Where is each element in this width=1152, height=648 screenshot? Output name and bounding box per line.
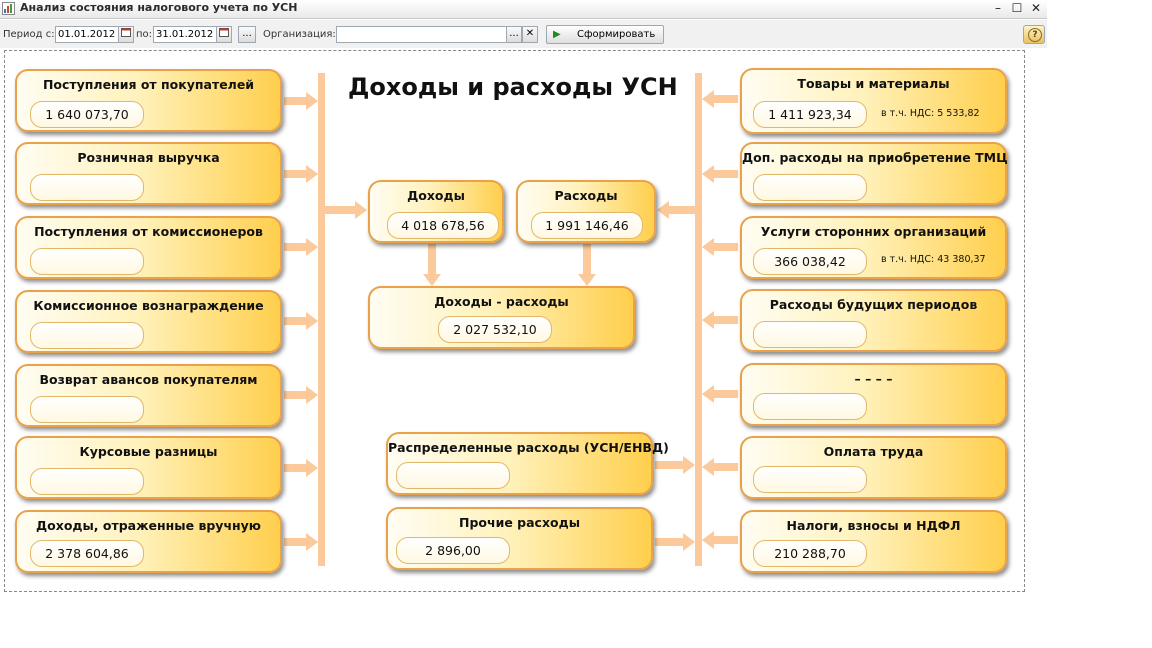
expense-source-value[interactable] (753, 393, 867, 420)
diagram-title: Доходы и расходы УСН (348, 73, 678, 101)
expense-source-value[interactable]: 1 411 923,34 (753, 101, 867, 128)
income-arrow (284, 312, 318, 330)
expense-arrow (702, 385, 738, 403)
expense-source-label: – – – – (854, 371, 893, 386)
income-minus-expenses-box[interactable]: Доходы - расходы 2 027 532,10 (368, 286, 635, 349)
expense-source-box[interactable]: – – – – (740, 363, 1007, 426)
expense-source-label: Услуги сторонних организаций (760, 224, 987, 239)
income-source-value[interactable] (30, 174, 144, 201)
income-arrow (284, 92, 318, 110)
expense-arrow (702, 531, 738, 549)
total-expenses-box[interactable]: Расходы 1 991 146,46 (516, 180, 656, 243)
expense-source-value[interactable]: 210 288,70 (753, 540, 867, 567)
expense-source-label: Налоги, взносы и НДФЛ (786, 518, 961, 533)
expense-source-value[interactable] (753, 466, 867, 493)
income-source-label: Доходы, отраженные вручную (36, 518, 261, 533)
total-income-box[interactable]: Доходы 4 018 678,56 (368, 180, 504, 243)
income-source-value[interactable] (30, 396, 144, 423)
income-source-box[interactable]: Розничная выручка (15, 142, 282, 205)
expense-arrow (702, 90, 738, 108)
income-source-box[interactable]: Комиссионное вознаграждение (15, 290, 282, 353)
help-icon: ? (1028, 28, 1042, 42)
income-arrow (284, 386, 318, 404)
expense-source-box[interactable]: Налоги, взносы и НДФЛ 210 288,70 (740, 510, 1007, 573)
vat-amount: в т.ч. НДС: 5 533,82 (881, 108, 980, 119)
expense-arrow (702, 238, 738, 256)
distributed-expenses-value[interactable] (396, 462, 510, 489)
income-minus-expenses-value[interactable]: 2 027 532,10 (438, 316, 552, 343)
other-expenses-box[interactable]: Прочие расходы 2 896,00 (386, 507, 653, 570)
expense-arrow (702, 458, 738, 476)
left-bus-line (318, 73, 325, 566)
income-source-box[interactable]: Поступления от покупателей 1 640 073,70 (15, 69, 282, 132)
income-source-value[interactable] (30, 322, 144, 349)
income-arrow (284, 238, 318, 256)
income-source-value[interactable] (30, 468, 144, 495)
income-source-label: Возврат авансов покупателям (39, 372, 258, 387)
income-source-label: Поступления от комиссионеров (34, 224, 263, 239)
total-income-label: Доходы (407, 188, 465, 203)
expense-source-label: Расходы будущих периодов (769, 297, 978, 312)
other-expenses-label: Прочие расходы (458, 515, 580, 530)
other-expenses-arrow (655, 533, 695, 551)
expense-arrow (702, 311, 738, 329)
expense-source-box[interactable]: Оплата труда (740, 436, 1007, 499)
expense-source-value[interactable] (753, 174, 867, 201)
income-source-label: Поступления от покупателей (42, 77, 255, 92)
distributed-expenses-label: Распределенные расходы (УСН/ЕНВД) (388, 440, 669, 455)
income-total-arrow (325, 201, 367, 219)
right-bus-line (695, 73, 702, 566)
expense-source-box[interactable]: Расходы будущих периодов (740, 289, 1007, 352)
expense-total-arrow (657, 201, 695, 219)
difference-arrow-right (578, 244, 596, 286)
income-minus-expenses-label: Доходы - расходы (434, 294, 569, 309)
income-source-box[interactable]: Поступления от комиссионеров (15, 216, 282, 279)
expense-source-label: Оплата труда (823, 444, 924, 459)
income-arrow (284, 165, 318, 183)
total-income-value[interactable]: 4 018 678,56 (387, 212, 499, 239)
expense-source-value[interactable] (753, 321, 867, 348)
income-source-label: Розничная выручка (77, 150, 220, 165)
income-source-box[interactable]: Возврат авансов покупателям (15, 364, 282, 427)
income-arrow (284, 459, 318, 477)
expense-source-value[interactable]: 366 038,42 (753, 248, 867, 275)
income-source-value[interactable] (30, 248, 144, 275)
other-expenses-value[interactable]: 2 896,00 (396, 537, 510, 564)
expense-source-label: Товары и материалы (797, 76, 950, 91)
income-source-box[interactable]: Доходы, отраженные вручную 2 378 604,86 (15, 510, 282, 573)
expense-arrow (702, 165, 738, 183)
expense-source-label: Доп. расходы на приобретение ТМЦ (742, 150, 1008, 165)
income-source-value[interactable]: 1 640 073,70 (30, 101, 144, 128)
income-source-label: Курсовые разницы (79, 444, 218, 459)
income-source-box[interactable]: Курсовые разницы (15, 436, 282, 499)
income-arrow (284, 533, 318, 551)
expense-source-box[interactable]: Услуги сторонних организаций 366 038,42 … (740, 216, 1007, 279)
difference-arrow-left (423, 244, 441, 286)
vat-amount: в т.ч. НДС: 43 380,37 (881, 254, 986, 265)
expense-source-box[interactable]: Товары и материалы 1 411 923,34 в т.ч. Н… (740, 68, 1007, 134)
distributed-arrow (655, 456, 695, 474)
distributed-expenses-box[interactable]: Распределенные расходы (УСН/ЕНВД) (386, 432, 669, 495)
income-source-value[interactable]: 2 378 604,86 (30, 540, 144, 567)
close-button[interactable]: ✕ (1028, 1, 1044, 16)
income-source-label: Комиссионное вознаграждение (33, 298, 264, 313)
total-expenses-label: Расходы (554, 188, 618, 203)
total-expenses-value[interactable]: 1 991 146,46 (531, 212, 643, 239)
expense-source-box[interactable]: Доп. расходы на приобретение ТМЦ (740, 142, 1008, 205)
